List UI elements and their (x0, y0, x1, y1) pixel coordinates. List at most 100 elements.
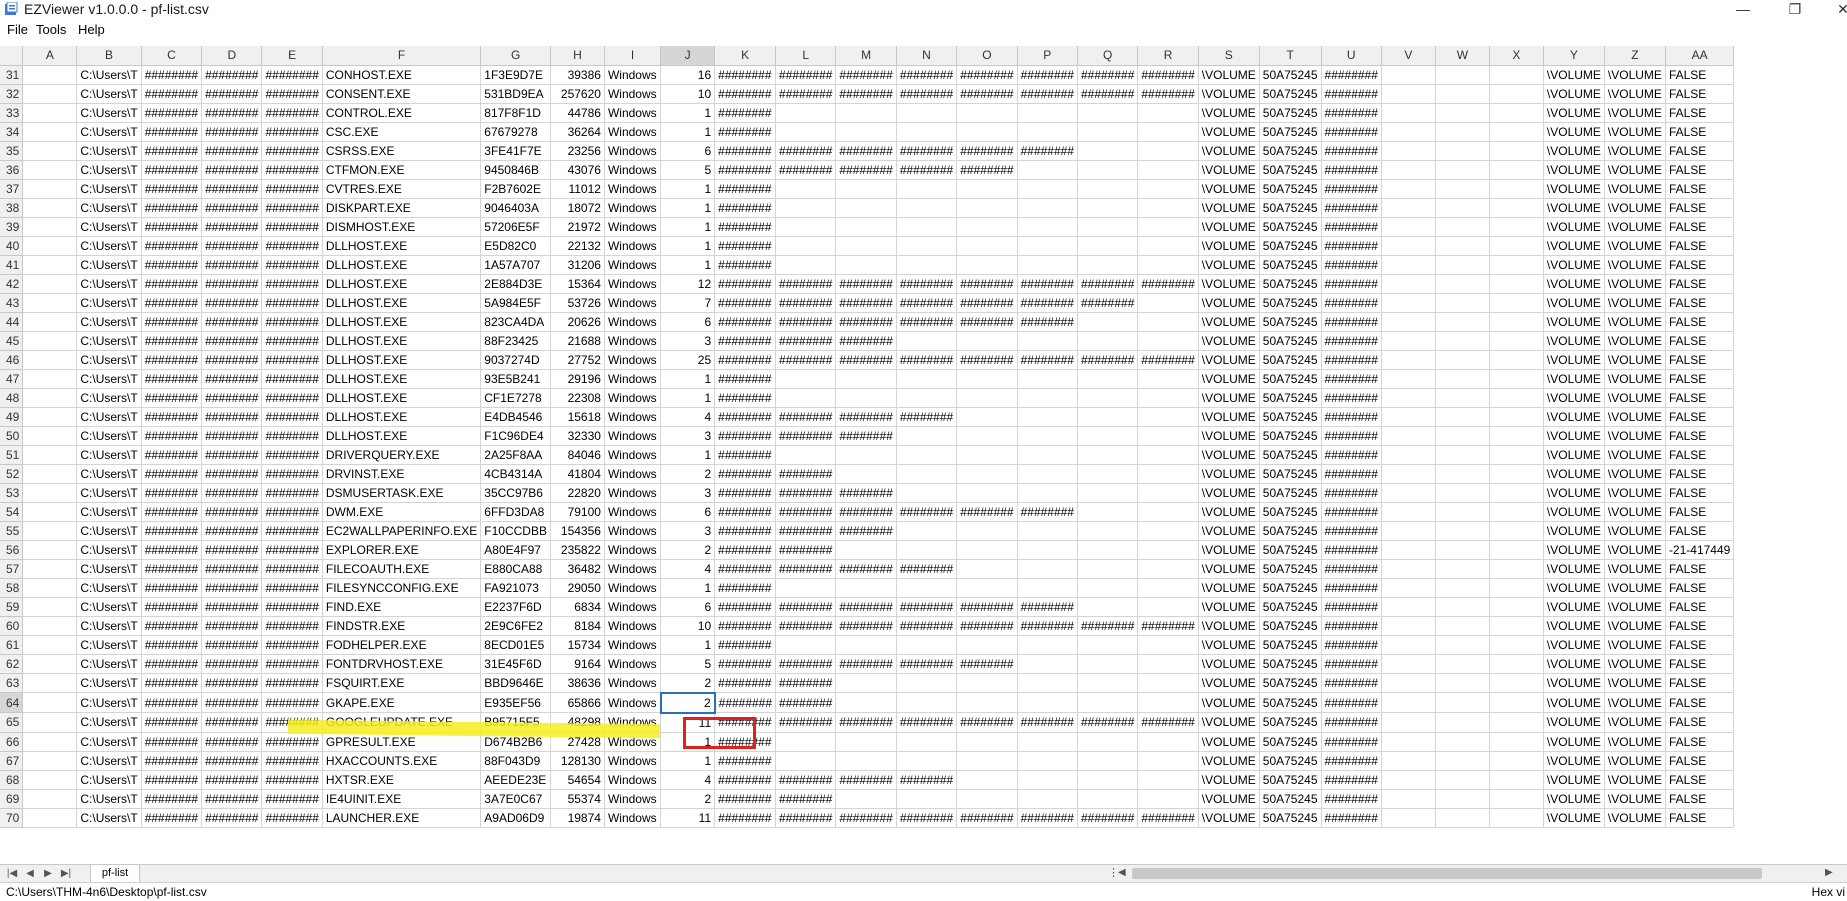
cell-m[interactable]: ######## (835, 502, 897, 522)
cell-o[interactable]: ######## (956, 712, 1018, 733)
cell-z[interactable]: \VOLUME (1604, 255, 1666, 275)
cell-aa[interactable]: FALSE (1665, 65, 1735, 85)
cell-h[interactable]: 27752 (550, 350, 605, 370)
cell-q[interactable] (1077, 521, 1139, 541)
cell-y[interactable]: \VOLUME (1543, 540, 1605, 560)
cell-i[interactable]: Windows (604, 808, 662, 828)
cell-n[interactable] (896, 388, 958, 408)
cell-y[interactable]: \VOLUME (1543, 84, 1605, 104)
cell-j[interactable]: 2 (660, 464, 716, 484)
cell-a[interactable] (22, 312, 78, 332)
cell-y[interactable]: \VOLUME (1543, 293, 1605, 313)
row-header[interactable]: 68 (0, 770, 24, 790)
cell-a[interactable] (22, 122, 78, 142)
cell-k[interactable]: ######## (714, 635, 777, 655)
cell-e[interactable]: ######## (261, 426, 323, 446)
cell-p[interactable] (1017, 692, 1078, 713)
cell-q[interactable]: ######## (1077, 616, 1139, 636)
row-header[interactable]: 41 (0, 255, 24, 275)
cell-m[interactable]: ######## (835, 331, 897, 351)
cell-q[interactable] (1077, 692, 1139, 713)
cell-o[interactable]: ######## (956, 350, 1018, 370)
cell-d[interactable]: ######## (201, 255, 263, 275)
cell-d[interactable]: ######## (201, 654, 263, 674)
cell-u[interactable]: ######## (1321, 236, 1382, 256)
cell-a[interactable] (22, 274, 78, 294)
cell-u[interactable]: ######## (1321, 445, 1382, 465)
cell-d[interactable]: ######## (201, 331, 263, 351)
cell-l[interactable] (775, 179, 837, 199)
cell-o[interactable] (956, 483, 1018, 503)
cell-z[interactable]: \VOLUME (1604, 217, 1666, 237)
cell-j[interactable]: 4 (660, 559, 716, 579)
cell-f[interactable]: FODHELPER.EXE (322, 635, 482, 655)
cell-w[interactable] (1435, 312, 1490, 332)
cell-h[interactable]: 36264 (550, 122, 605, 142)
cell-j[interactable]: 1 (660, 217, 716, 237)
cell-g[interactable]: E4DB4546 (480, 407, 551, 427)
cell-u[interactable]: ######## (1321, 483, 1382, 503)
cell-h[interactable]: 55374 (550, 789, 605, 809)
cell-p[interactable] (1017, 331, 1078, 351)
cell-q[interactable] (1077, 502, 1139, 522)
cell-u[interactable]: ######## (1321, 407, 1382, 427)
cell-a[interactable] (22, 160, 78, 180)
cell-y[interactable]: \VOLUME (1543, 692, 1605, 713)
cell-f[interactable]: EXPLORER.EXE (322, 540, 482, 560)
cell-i[interactable]: Windows (604, 160, 662, 180)
row-header[interactable]: 66 (0, 732, 24, 752)
cell-i[interactable]: Windows (604, 732, 662, 752)
cell-u[interactable]: ######## (1321, 388, 1382, 408)
cell-g[interactable]: E880CA88 (480, 559, 551, 579)
cell-e[interactable]: ######## (261, 597, 323, 617)
cell-u[interactable]: ######## (1321, 692, 1382, 713)
cell-s[interactable]: \VOLUME (1198, 236, 1260, 256)
cell-j[interactable]: 1 (660, 236, 716, 256)
cell-h[interactable]: 84046 (550, 445, 605, 465)
cell-d[interactable]: ######## (201, 103, 263, 123)
cell-g[interactable]: CF1E7278 (480, 388, 551, 408)
cell-l[interactable]: ######## (775, 712, 837, 733)
cell-d[interactable]: ######## (201, 274, 263, 294)
cell-w[interactable] (1435, 616, 1490, 636)
cell-x[interactable] (1489, 426, 1544, 446)
cell-c[interactable]: ######## (141, 502, 203, 522)
cell-p[interactable] (1017, 483, 1078, 503)
cell-aa[interactable]: FALSE (1665, 179, 1735, 199)
cell-q[interactable] (1077, 464, 1139, 484)
cell-v[interactable] (1381, 407, 1436, 427)
row-header[interactable]: 36 (0, 160, 24, 180)
cell-y[interactable]: \VOLUME (1543, 673, 1605, 693)
minimize-button[interactable]: — (1720, 0, 1766, 20)
cell-z[interactable]: \VOLUME (1604, 692, 1666, 713)
cell-o[interactable] (956, 464, 1018, 484)
cell-u[interactable]: ######## (1321, 732, 1382, 752)
cell-m[interactable]: ######## (835, 350, 897, 370)
cell-o[interactable] (956, 521, 1018, 541)
cell-s[interactable]: \VOLUME (1198, 274, 1260, 294)
cell-g[interactable]: 93E5B241 (480, 369, 551, 389)
cell-g[interactable]: BBD9646E (480, 673, 551, 693)
cell-h[interactable]: 19874 (550, 808, 605, 828)
cell-v[interactable] (1381, 255, 1436, 275)
cell-s[interactable]: \VOLUME (1198, 312, 1260, 332)
cell-f[interactable]: CONSENT.EXE (322, 84, 482, 104)
cell-z[interactable]: \VOLUME (1604, 654, 1666, 674)
cell-c[interactable]: ######## (141, 616, 203, 636)
cell-g[interactable]: B95715F5 (480, 712, 551, 733)
cell-o[interactable]: ######## (956, 65, 1018, 85)
cell-aa[interactable]: FALSE (1665, 160, 1735, 180)
scroll-right-arrow-icon[interactable]: ▶ (1825, 867, 1833, 878)
cell-t[interactable]: 50A75245 (1259, 712, 1322, 733)
cell-g[interactable]: F10CCDBB (480, 521, 551, 541)
cell-c[interactable]: ######## (141, 464, 203, 484)
cell-p[interactable] (1017, 122, 1078, 142)
cell-p[interactable] (1017, 255, 1078, 275)
cell-m[interactable]: ######## (835, 141, 897, 161)
cell-v[interactable] (1381, 388, 1436, 408)
cell-i[interactable]: Windows (604, 103, 662, 123)
cell-j[interactable]: 1 (660, 179, 716, 199)
cell-aa[interactable]: FALSE (1665, 217, 1735, 237)
cell-v[interactable] (1381, 274, 1436, 294)
cell-z[interactable]: \VOLUME (1604, 521, 1666, 541)
